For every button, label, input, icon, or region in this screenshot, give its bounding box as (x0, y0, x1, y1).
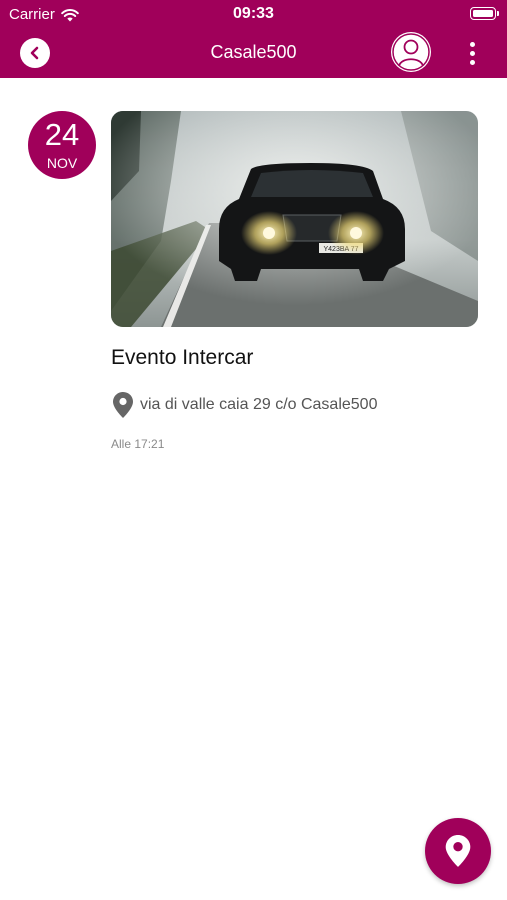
back-button[interactable] (20, 38, 50, 68)
user-icon (392, 33, 430, 71)
address-text: via di valle caia 29 c/o Casale500 (140, 396, 378, 413)
event-address[interactable]: via di valle caia 29 c/o Casale500 (113, 392, 377, 418)
car-photo: Y423BA 77 (111, 111, 478, 327)
event-title[interactable]: Evento Intercar (111, 346, 253, 370)
map-pin-icon (113, 392, 133, 418)
profile-button[interactable] (391, 32, 431, 72)
chevron-left-icon (30, 46, 39, 60)
menu-dot (469, 50, 475, 56)
battery-icon (470, 7, 499, 20)
menu-dot (469, 59, 475, 65)
app-header: Carrier 09:33 Casale500 (0, 0, 507, 78)
more-vertical-icon (469, 41, 475, 47)
more-menu-button[interactable] (462, 38, 482, 68)
date-day: 24 (44, 117, 80, 152)
date-month: NOV (46, 155, 78, 171)
status-time: 09:33 (233, 5, 274, 22)
event-time: Alle 17:21 (111, 437, 165, 451)
map-pin-icon (445, 835, 471, 867)
date-badge: 24 NOV (28, 111, 96, 179)
event-image[interactable]: Y423BA 77 (111, 111, 478, 327)
map-button[interactable] (425, 818, 491, 884)
